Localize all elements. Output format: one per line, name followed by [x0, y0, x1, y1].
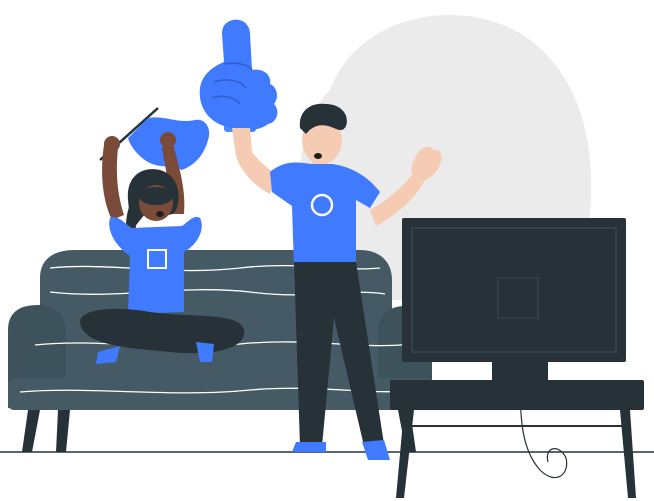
foam-finger-icon — [199, 19, 278, 131]
woman-fan — [80, 107, 245, 364]
tv-stand — [390, 380, 644, 498]
fans-watching-tv-illustration — [0, 14, 654, 498]
tv-icon — [402, 218, 626, 479]
